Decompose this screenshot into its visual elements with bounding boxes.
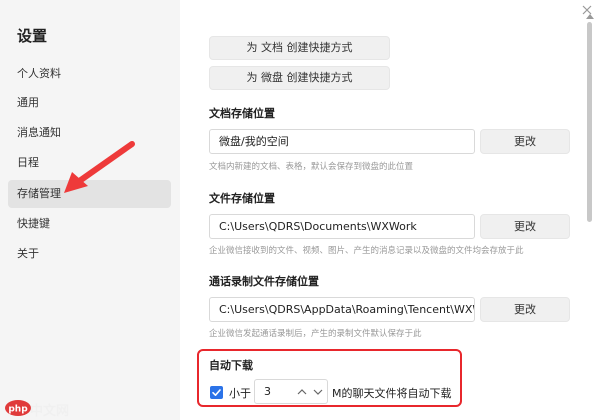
size-limit-value: 3 — [264, 385, 271, 398]
size-limit-stepper[interactable]: 3 — [254, 379, 328, 404]
sidebar: 设置 个人资料 通用 消息通知 日程 存储管理 快捷键 关于 — [0, 0, 180, 420]
auto-download-suffix: M的聊天文件将自动下载 — [332, 387, 452, 400]
sidebar-item-profile[interactable]: 个人资料 — [8, 60, 171, 88]
create-docs-shortcut-button[interactable]: 为 文档 创建快捷方式 — [209, 36, 390, 60]
sidebar-item-general[interactable]: 通用 — [8, 89, 171, 117]
doc-storage-hint: 文档内新建的文档、表格，默认会保存到微盘的此位置 — [209, 162, 414, 172]
file-storage-path-field[interactable]: C:\Users\QDRS\Documents\WXWork — [209, 214, 475, 239]
doc-storage-change-button[interactable]: 更改 — [480, 129, 570, 154]
settings-title: 设置 — [17, 27, 48, 45]
create-drive-shortcut-button[interactable]: 为 微盘 创建快捷方式 — [209, 66, 390, 90]
file-storage-hint: 企业微信接收到的文件、视频、图片、产生的消息记录以及微盘的文件均会存放于此 — [209, 246, 524, 256]
doc-storage-path-field[interactable]: 微盘/我的空间 — [209, 129, 475, 154]
sidebar-item-shortcuts[interactable]: 快捷键 — [8, 210, 171, 238]
auto-download-checkbox[interactable] — [210, 386, 223, 399]
call-storage-title: 通话录制文件存储位置 — [209, 275, 319, 288]
chevron-up-icon[interactable] — [586, 13, 594, 19]
auto-download-prefix: 小于 — [229, 387, 251, 400]
call-storage-path-field[interactable]: C:\Users\QDRS\AppData\Roaming\Tencent\WX… — [209, 297, 475, 322]
chevron-down-icon[interactable] — [313, 388, 323, 396]
watermark-text: 中文网 — [30, 404, 70, 419]
red-arrow-annotation — [64, 141, 135, 193]
check-icon — [212, 389, 221, 396]
call-storage-hint: 企业微信发起通话录制后，产生的录制文件默认保存于此 — [209, 329, 422, 339]
chevron-up-icon[interactable] — [297, 388, 307, 396]
doc-storage-title: 文档存储位置 — [209, 107, 275, 120]
file-storage-change-button[interactable]: 更改 — [480, 214, 570, 239]
file-storage-title: 文件存储位置 — [209, 192, 275, 205]
call-storage-change-button[interactable]: 更改 — [480, 297, 570, 322]
auto-download-title: 自动下载 — [209, 359, 253, 372]
svg-text:php: php — [8, 405, 28, 415]
sidebar-item-about[interactable]: 关于 — [8, 240, 171, 268]
scrollbar-thumb[interactable] — [587, 22, 592, 222]
